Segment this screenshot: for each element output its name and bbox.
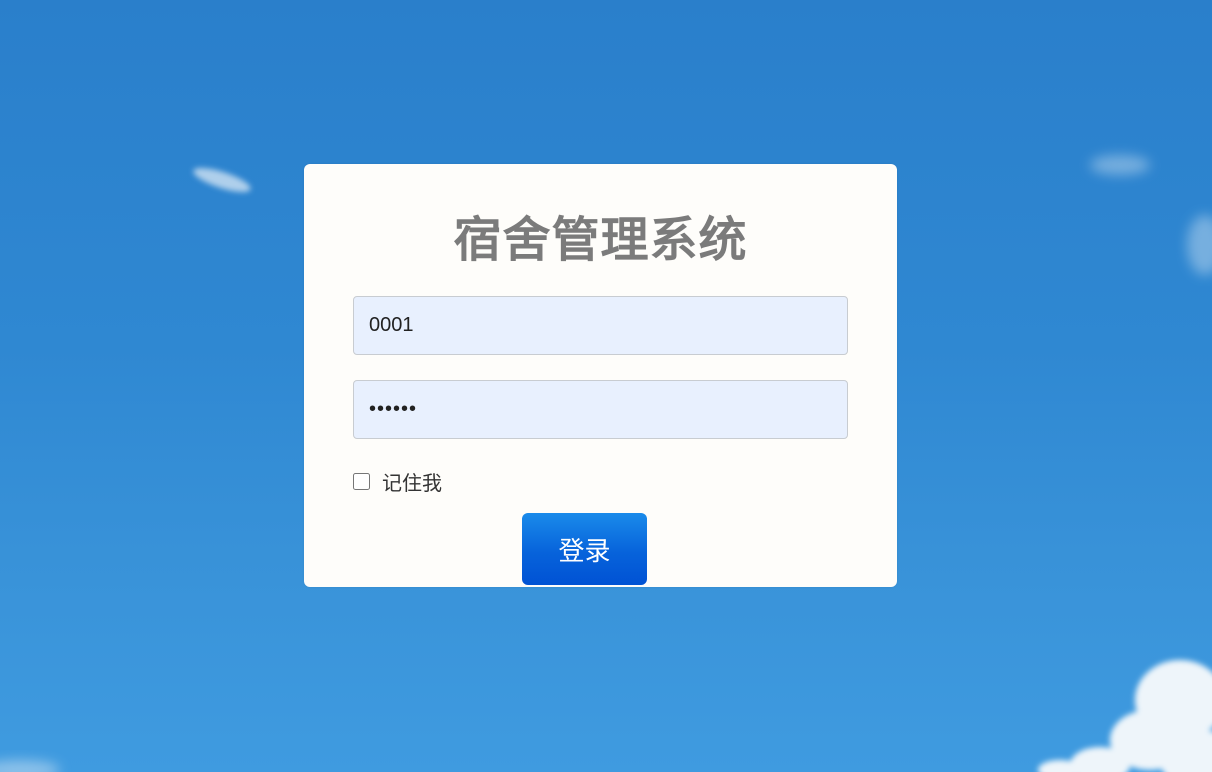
cloud-wisp-left bbox=[193, 168, 251, 192]
cloud-bottom-right bbox=[1038, 660, 1212, 772]
remember-me-row[interactable]: 记住我 bbox=[353, 467, 442, 495]
login-button[interactable]: 登录 bbox=[522, 513, 647, 585]
password-input[interactable] bbox=[353, 380, 848, 439]
remember-me-checkbox[interactable] bbox=[353, 472, 370, 490]
cloud-wisp-right bbox=[1090, 155, 1212, 275]
remember-me-label[interactable]: 记住我 bbox=[382, 467, 442, 496]
login-card: 宿舍管理系统 记住我 登录 bbox=[304, 164, 897, 587]
page-title: 宿舍管理系统 bbox=[453, 212, 748, 268]
username-input[interactable] bbox=[353, 296, 848, 355]
cloud-bottom-left bbox=[0, 760, 60, 772]
